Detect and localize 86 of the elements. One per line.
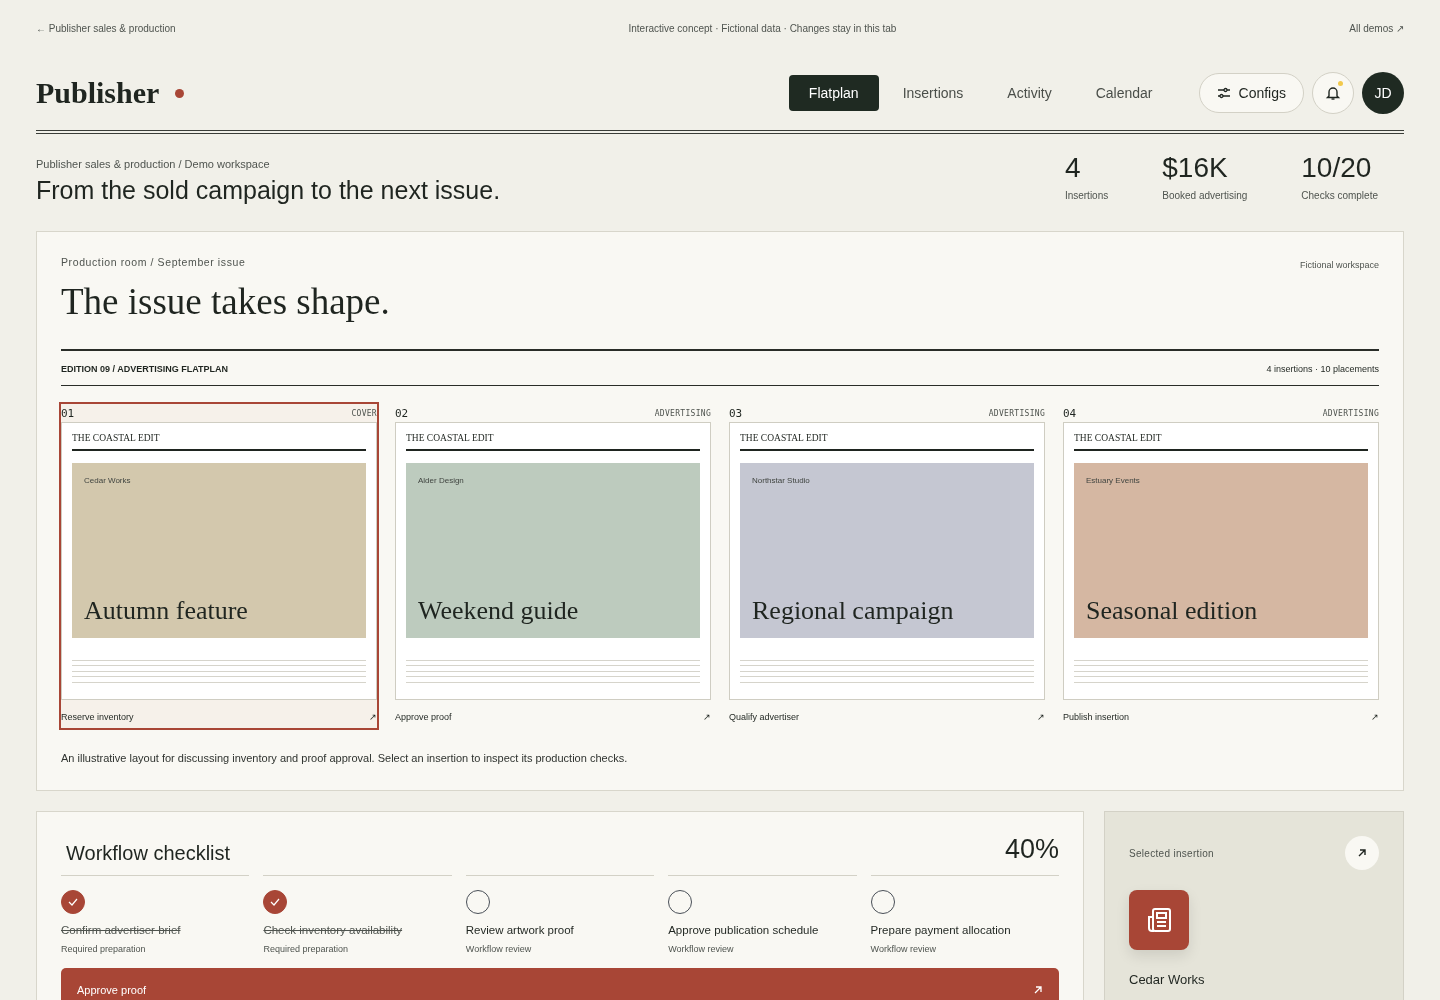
task-label: Prepare payment allocation	[870, 924, 1012, 936]
insertion-title: Autumn feature	[84, 596, 249, 626]
insertion-slot[interactable]: 04 ADVERTISING THE COASTAL EDIT Estuary Events Seasonal edition Publish insertion ↗	[1061, 402, 1381, 730]
insertion-slot[interactable]: 01 COVER THE COASTAL EDIT Cedar Works Autumn feature Reserve inventory ↗	[59, 402, 379, 730]
check-circle[interactable]	[263, 890, 288, 914]
brand-title: Publisher	[36, 76, 160, 110]
advertiser-name: Alder Design	[418, 476, 465, 485]
workspace-tag: Fictional workspace	[1299, 260, 1379, 270]
advertiser-name: Cedar Works	[84, 476, 132, 485]
advertiser-name: Estuary Events	[1086, 476, 1141, 485]
all-demos-link[interactable]: All demos ↗	[1349, 22, 1404, 34]
nav-tab[interactable]: Activity	[987, 75, 1072, 111]
checkmark-icon	[270, 898, 281, 906]
insertion-title: Regional campaign	[752, 596, 955, 626]
breadcrumb-text: Publisher sales & production / Demo workspace	[36, 158, 271, 170]
task-label: Review artwork proof	[465, 924, 575, 936]
stat-value: $16K	[1162, 152, 1229, 184]
sliders-icon	[1216, 86, 1231, 100]
page-number: 03	[729, 406, 743, 420]
insertion-slot[interactable]: 02 ADVERTISING THE COASTAL EDIT Alder Design Weekend guide Approve proof ↗	[393, 402, 713, 730]
task-category: Workflow review	[668, 944, 735, 954]
task-label: Confirm advertiser brief	[61, 924, 182, 936]
placement-type: ADVERTISING	[654, 408, 711, 418]
nav-tab[interactable]: Calendar	[1075, 75, 1173, 111]
insertion-slot[interactable]: 03 ADVERTISING THE COASTAL EDIT Northstar Studio Regional campaign Qualify advertiser ↗	[727, 402, 1047, 730]
panel-label: Selected insertion	[1129, 847, 1214, 859]
nav-tab[interactable]: Flatplan	[788, 75, 879, 111]
back-link[interactable]: ← Publisher sales & production	[36, 22, 176, 34]
advertiser-name: Cedar Works	[1129, 972, 1206, 987]
advertiser-name: Northstar Studio	[752, 476, 811, 485]
section-title: The issue takes shape.	[61, 280, 391, 323]
checklist-title: Workflow checklist	[66, 842, 231, 865]
progress-percent: 40%	[1004, 834, 1059, 865]
flatplan-caption: An illustrative layout for discussing inventory and proof approval. Select an insertion to inspect its production checks.	[61, 752, 629, 764]
action-link[interactable]: Publish insertion	[1063, 712, 1130, 722]
task-label: Approve publication schedule	[668, 924, 820, 936]
stat-value: 10/20	[1301, 152, 1373, 184]
task-category: Workflow review	[465, 944, 533, 954]
page-thumbnail[interactable]: THE COASTAL EDIT Estuary Events Seasonal edition	[1063, 422, 1379, 700]
page-thumbnail[interactable]: THE COASTAL EDIT Northstar Studio Regional campaign	[729, 422, 1045, 700]
configs-button[interactable]: Configs	[1198, 73, 1304, 113]
arrow-text: ↗	[1037, 712, 1045, 722]
stat-value: 4	[1064, 152, 1082, 184]
check-circle[interactable]	[61, 890, 85, 914]
masthead-text: THE COASTAL EDIT	[1074, 433, 1368, 451]
task-category: Workflow review	[870, 944, 937, 954]
arrow-text: ↗	[1371, 712, 1379, 722]
page-number: 04	[1063, 406, 1077, 420]
placement-type: ADVERTISING	[988, 408, 1045, 418]
section-eyebrow: Production room / September issue	[61, 256, 246, 270]
action-link[interactable]: Qualify advertiser	[729, 712, 800, 722]
checkmark-icon	[68, 898, 78, 906]
notice-text: Interactive concept · Fictional data · Changes stay in this tab	[628, 22, 897, 34]
masthead-text: THE COASTAL EDIT	[740, 433, 1034, 451]
brand-dot-icon	[175, 88, 185, 98]
action-link[interactable]: Reserve inventory	[61, 712, 134, 722]
stat-label: Checks complete	[1301, 190, 1378, 201]
masthead-text: THE COASTAL EDIT	[406, 433, 700, 451]
task-label: Check inventory availability	[263, 924, 404, 936]
page-headline: From the sold campaign to the next issue.	[36, 176, 501, 205]
task-category: Required preparation	[263, 944, 349, 954]
arrow-up-right-icon	[1357, 848, 1367, 858]
insertion-title: Weekend guide	[418, 596, 580, 626]
page-thumbnail[interactable]: THE COASTAL EDIT Cedar Works Autumn feature	[61, 422, 377, 700]
placement-type: ADVERTISING	[1322, 408, 1379, 418]
arrow-text: ↗	[703, 712, 711, 722]
arrow-text: ↗	[369, 712, 377, 722]
notifications-button[interactable]	[1312, 72, 1354, 114]
arrow-up-right-icon	[1033, 985, 1043, 995]
action-link[interactable]: Approve proof	[395, 712, 452, 722]
placement-summary: 4 insertions · 10 placements	[1266, 364, 1379, 374]
bell-icon	[1325, 85, 1341, 101]
approve-proof-button[interactable]: Approve proof	[61, 968, 1059, 1000]
edition-label: EDITION 09 / ADVERTISING FLATPLAN	[61, 364, 228, 374]
stat-label: Booked advertising	[1162, 190, 1248, 201]
nav-tab[interactable]: Insertions	[882, 75, 984, 111]
page-number: 02	[395, 406, 409, 420]
page-number: 01	[61, 406, 75, 420]
placement-type: COVER	[351, 408, 377, 418]
page-thumbnail[interactable]: THE COASTAL EDIT Alder Design Weekend guide	[395, 422, 711, 700]
task-category: Required preparation	[61, 944, 147, 954]
open-insertion-button[interactable]	[1345, 836, 1379, 870]
stat-label: Insertions	[1064, 190, 1109, 201]
masthead-text: THE COASTAL EDIT	[72, 433, 366, 451]
insertion-title: Seasonal edition	[1086, 596, 1259, 626]
user-avatar[interactable]: JD	[1362, 72, 1404, 114]
